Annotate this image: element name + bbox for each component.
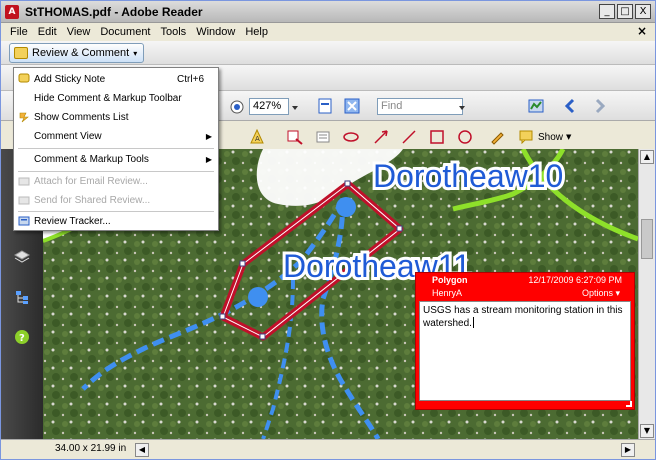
shortcut-label: Ctrl+6 [177, 74, 204, 85]
forward-arrow-icon[interactable] [591, 98, 607, 114]
chevron-down-icon: ▼ [566, 133, 572, 141]
close-button[interactable]: X [635, 4, 651, 19]
minimize-button[interactable]: _ [599, 4, 615, 19]
window-title: StTHOMAS.pdf - Adobe Reader [25, 5, 203, 19]
model-tree-icon[interactable] [14, 289, 30, 305]
find-input[interactable]: Find [377, 98, 463, 115]
menu-item-comment-view[interactable]: Comment View ▶ [14, 127, 218, 146]
annotation-type: Polygon [432, 275, 468, 285]
menu-help[interactable]: Help [240, 26, 273, 38]
arrow-tool-icon[interactable] [373, 129, 389, 145]
review-comment-button[interactable]: Review & Comment ▾ [9, 43, 145, 63]
sticky-note-icon [18, 73, 30, 83]
zoom-dropdown-icon[interactable] [290, 99, 300, 115]
close-document-icon[interactable]: × [637, 24, 647, 38]
oval-tool-icon[interactable] [457, 129, 473, 145]
scroll-left-button[interactable]: ◀ [135, 443, 149, 457]
menu-item-show-comments-list[interactable]: Show Comments List [14, 108, 218, 127]
pencil-tool-icon[interactable] [489, 129, 505, 145]
svg-text:?: ? [19, 333, 25, 344]
annotation-author: HenryA [432, 288, 463, 298]
text-box-icon[interactable] [287, 129, 303, 145]
menu-item-hide-toolbar[interactable]: Hide Comment & Markup Toolbar [14, 89, 218, 108]
submenu-arrow-icon: ▶ [205, 155, 212, 164]
scroll-thumb[interactable] [641, 219, 653, 259]
menu-file[interactable]: File [5, 26, 33, 38]
line-tool-icon[interactable] [401, 129, 417, 145]
menu-item-label: Attach for Email Review... [34, 176, 148, 187]
menu-bar: File Edit View Document Tools Window Hel… [1, 23, 655, 41]
svg-text:A: A [255, 135, 260, 143]
stamp-icon[interactable]: A [249, 129, 265, 145]
layers-icon[interactable] [14, 249, 30, 265]
vertical-scrollbar[interactable]: ▲ ▼ [638, 149, 655, 439]
annotation-text: USGS has a stream monitoring station in … [423, 305, 623, 329]
menu-item-label: Show Comments List [34, 112, 129, 123]
show-button[interactable]: Show ▼ [519, 129, 571, 145]
fit-page-icon[interactable] [317, 98, 333, 114]
adobe-reader-window: A StTHOMAS.pdf - Adobe Reader _ □ X File… [0, 0, 656, 460]
menu-item-label: Comment View [34, 131, 102, 142]
callout-icon[interactable] [315, 129, 331, 145]
menu-item-label: Add Sticky Note [34, 74, 106, 85]
shared-review-icon [18, 196, 30, 205]
submenu-arrow-icon: ▶ [205, 132, 212, 141]
organizer-icon[interactable] [528, 98, 544, 114]
adobe-reader-icon: A [5, 5, 19, 19]
menu-item-markup-tools[interactable]: Comment & Markup Tools ▶ [14, 150, 218, 169]
rectangle-tool-icon[interactable] [429, 129, 445, 145]
review-toolbar: Review & Comment ▾ [1, 41, 655, 65]
menu-item-add-sticky-note[interactable]: Add Sticky Note Ctrl+6 [14, 70, 218, 89]
menu-tools[interactable]: Tools [156, 26, 192, 38]
full-screen-icon[interactable] [344, 98, 360, 114]
menu-item-label: Hide Comment & Markup Toolbar [34, 93, 182, 104]
review-comment-menu: Add Sticky Note Ctrl+6 Hide Comment & Ma… [13, 67, 219, 231]
annotation-text-area[interactable]: USGS has a stream monitoring station in … [419, 301, 631, 401]
text-caret [472, 317, 474, 328]
review-tracker-icon [18, 216, 30, 226]
menu-separator [18, 148, 214, 149]
comments-list-icon [19, 112, 29, 123]
scroll-up-button[interactable]: ▲ [640, 150, 654, 164]
email-review-icon [18, 177, 30, 186]
menu-item-label: Review Tracker... [34, 216, 111, 227]
annotation-popup[interactable]: Polygon 12/17/2009 6:27:09 PM HenryA Opt… [415, 272, 635, 410]
show-label: Show [538, 131, 564, 143]
menu-item-label: Comment & Markup Tools [34, 154, 149, 165]
menu-edit[interactable]: Edit [33, 26, 62, 38]
radio-zoom-icon[interactable] [229, 99, 245, 115]
scroll-right-button[interactable]: ▶ [621, 443, 635, 457]
review-comment-label: Review & Comment [32, 47, 130, 59]
help-icon[interactable]: ? [14, 329, 30, 345]
zoom-input[interactable]: 427% [249, 98, 289, 115]
resize-handle-icon[interactable] [626, 401, 632, 407]
maximize-button[interactable]: □ [617, 4, 633, 19]
status-bar: 34.00 x 21.99 in ◀ ▶ [1, 439, 655, 459]
find-dropdown-icon[interactable] [457, 99, 467, 115]
watershed-label-1: Dorotheaw10 [373, 158, 563, 194]
scroll-down-button[interactable]: ▼ [640, 424, 654, 438]
annotation-options-button[interactable]: Options ▾ [582, 288, 620, 299]
menu-document[interactable]: Document [95, 26, 155, 38]
annotation-datetime: 12/17/2009 6:27:09 PM [528, 275, 622, 285]
chevron-down-icon: ▾ [133, 48, 138, 58]
menu-item-attach-email-review: Attach for Email Review... [14, 172, 218, 191]
title-bar: A StTHOMAS.pdf - Adobe Reader _ □ X [1, 1, 655, 23]
back-arrow-icon[interactable] [563, 98, 579, 114]
menu-view[interactable]: View [62, 26, 96, 38]
menu-item-label: Send for Shared Review... [34, 195, 151, 206]
show-comments-icon [519, 130, 533, 144]
annotation-header[interactable]: Polygon 12/17/2009 6:27:09 PM HenryA Opt… [416, 273, 634, 299]
review-comment-icon [14, 47, 28, 59]
menu-window[interactable]: Window [191, 26, 240, 38]
menu-item-review-tracker[interactable]: Review Tracker... [14, 212, 218, 231]
cloud-icon[interactable] [343, 129, 359, 145]
page-size-label: 34.00 x 21.99 in [55, 443, 127, 454]
menu-item-send-shared-review: Send for Shared Review... [14, 191, 218, 210]
